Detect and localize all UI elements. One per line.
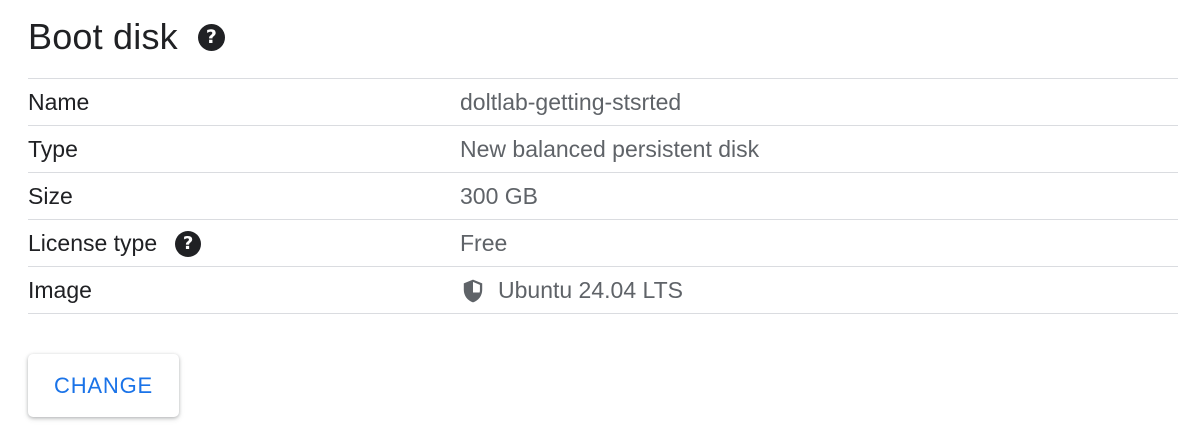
shield-icon xyxy=(463,279,483,302)
title-row: Boot disk ? xyxy=(28,14,225,60)
table-row-type: Type New balanced persistent disk xyxy=(28,126,1178,173)
image-value: Ubuntu 24.04 LTS xyxy=(498,277,683,303)
help-icon[interactable]: ? xyxy=(175,230,202,257)
row-value: doltlab-getting-stsrted xyxy=(460,89,682,115)
table-row-size: Size 300 GB xyxy=(28,173,1178,220)
row-label: Image xyxy=(28,277,92,303)
section-title: Boot disk xyxy=(28,16,178,57)
row-value-container: Ubuntu 24.04 LTS xyxy=(460,267,683,314)
table-row-license-type: License type ? Free xyxy=(28,220,1178,267)
row-label: Size xyxy=(28,183,73,209)
row-value: Free xyxy=(460,230,508,256)
row-label: License type xyxy=(28,230,158,256)
row-label: Name xyxy=(28,89,90,115)
table-row-image: Image Ubuntu 24.04 LTS xyxy=(28,267,1178,314)
change-button[interactable]: CHANGE xyxy=(28,354,179,417)
row-value: 300 GB xyxy=(460,183,538,209)
table-row-name: Name doltlab-getting-stsrted xyxy=(28,79,1178,126)
row-value: New balanced persistent disk xyxy=(460,136,760,162)
help-icon[interactable]: ? xyxy=(197,23,225,51)
row-label-container: License type ? xyxy=(28,220,202,267)
row-label: Type xyxy=(28,136,78,162)
details-table: Name doltlab-getting-stsrted Type New ba… xyxy=(28,78,1178,314)
